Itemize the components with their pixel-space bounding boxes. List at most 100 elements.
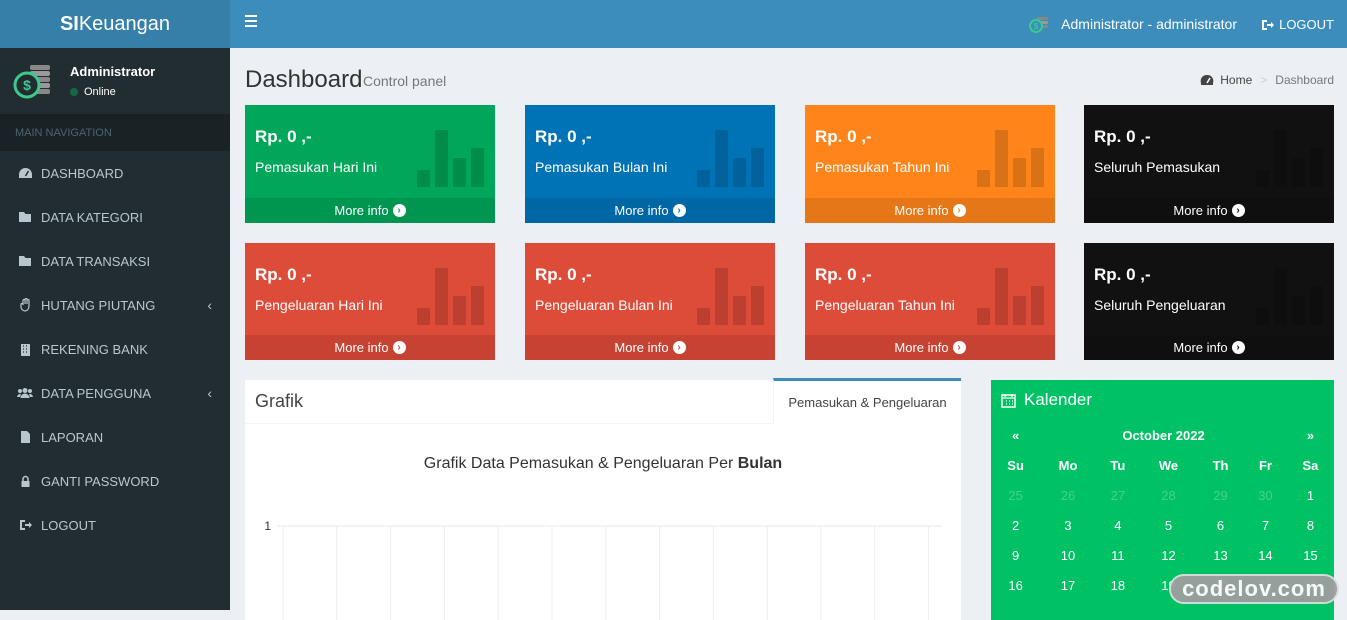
calendar-day[interactable]: 9 [991,540,1040,570]
user-status: Online [70,86,155,98]
app-logo[interactable]: SI Keuangan [0,0,230,48]
breadcrumb: Home > Dashboard [1200,73,1334,87]
calendar-day[interactable]: 2 [991,510,1040,540]
more-info-link[interactable]: More info › [525,198,775,223]
info-box-pengeluaran-hari-ini: Rp. 0 ,- Pengeluaran Hari Ini More info › [245,243,495,360]
info-box-pemasukan-tahun-ini: Rp. 0 ,- Pemasukan Tahun Ini More info › [805,105,1055,223]
info-box-label: Seluruh Pengeluaran [1094,297,1226,313]
file-icon [17,430,33,444]
calendar-icon [1001,393,1016,408]
more-info-link[interactable]: More info › [805,335,1055,360]
calendar-day[interactable]: 29 [1197,480,1244,510]
topbar-user-menu[interactable]: $ Administrator - administrator [1029,15,1237,33]
sidebar-item-label: LAPORAN [41,429,104,445]
sidebar-item-logout[interactable]: LOGOUT [0,503,230,547]
weekday-label: Tu [1110,457,1126,473]
sidebar-item-data-pengguna[interactable]: DATA PENGGUNA ‹ [0,371,230,415]
arrow-circle-right-icon: › [392,204,406,217]
calendar-day[interactable]: 15 [1287,540,1334,570]
more-info-link[interactable]: More info › [245,198,495,223]
info-box-label: Pemasukan Hari Ini [255,159,378,175]
arrow-circle-right-icon: › [672,204,686,217]
sidebar-toggle-icon[interactable] [245,15,257,30]
calendar-day[interactable]: 6 [1197,510,1244,540]
info-box-amount: Rp. 0 ,- [815,265,872,284]
bar-chart-icon [1256,130,1323,187]
calendar-next-button[interactable]: » [1287,420,1334,450]
bar-chart-icon [977,130,1044,187]
chevron-left-icon: ‹ [207,297,212,313]
arrow-circle-right-icon: › [1231,204,1245,217]
calendar-day[interactable]: 26 [1040,480,1096,510]
more-info-label: More info [1173,203,1228,218]
chevron-left-icon: ‹ [207,385,212,401]
more-info-label: More info [894,203,949,218]
calendar-day[interactable]: 14 [1244,540,1287,570]
grafik-panel: Grafik Pemasukan & Pengeluaran Grafik Da… [245,378,961,620]
calendar-day[interactable]: 7 [1244,510,1287,540]
user-panel: $ Administrator Online [0,48,230,114]
sidebar-item-dashboard[interactable]: DASHBOARD [0,151,230,195]
more-info-link[interactable]: More info › [245,335,495,360]
logout-button[interactable]: LOGOUT [1261,17,1334,32]
weekday-label: Fr [1258,457,1272,473]
calendar-day[interactable]: 10 [1040,540,1096,570]
calendar-day[interactable]: 18 [1096,570,1140,600]
sidebar-item-laporan[interactable]: LAPORAN [0,415,230,459]
money-mini-icon: $ [1029,17,1049,33]
bar-chart-icon [977,268,1044,325]
info-box-label: Pengeluaran Bulan Ini [535,297,673,313]
more-info-link[interactable]: More info › [525,335,775,360]
sidebar-item-data-kategori[interactable]: DATA KATEGORI [0,195,230,239]
calendar-day[interactable]: 25 [991,480,1040,510]
brand-rest: Keuangan [78,12,171,35]
sidebar-item-hutang-piutang[interactable]: HUTANG PIUTANG ‹ [0,283,230,327]
more-info-link[interactable]: More info › [805,198,1055,223]
avatar: $ [12,59,57,104]
calendar-day[interactable]: 27 [1096,480,1140,510]
calendar-header: Kalender [991,380,1334,420]
breadcrumb-home[interactable]: Home [1220,73,1252,87]
sidebar-item-label: DATA KATEGORI [41,209,143,225]
calendar-day[interactable]: 11 [1096,540,1140,570]
building-icon [17,342,33,356]
more-info-label: More info [894,340,949,355]
online-dot-icon [70,88,78,96]
sidebar-item-rekening-bank[interactable]: REKENING BANK [0,327,230,371]
tab-pemasukan-pengeluaran[interactable]: Pemasukan & Pengeluaran [773,378,961,424]
arrow-circle-right-icon: › [952,341,966,354]
calendar-day[interactable]: 17 [1040,570,1096,600]
calendar-day[interactable]: 1 [1287,480,1334,510]
calendar-day[interactable]: 4 [1096,510,1140,540]
info-box-amount: Rp. 0 ,- [255,127,312,146]
sidebar-item-data-transaksi[interactable]: DATA TRANSAKSI [0,239,230,283]
calendar-day[interactable]: 28 [1140,480,1197,510]
sidebar-item-ganti-password[interactable]: GANTI PASSWORD [0,459,230,503]
calendar-day[interactable]: 13 [1197,540,1244,570]
info-box-seluruh-pemasukan: Rp. 0 ,- Seluruh Pemasukan More info › [1084,105,1334,223]
arrow-circle-right-icon: › [952,204,966,217]
more-info-link[interactable]: More info › [1084,198,1334,223]
calendar-day[interactable]: 5 [1140,510,1197,540]
logout-label: LOGOUT [1279,17,1334,32]
user-name: Administrator [70,64,156,79]
more-info-label: More info [334,203,389,218]
bar-chart-icon [417,268,484,325]
calendar-day[interactable]: 8 [1287,510,1334,540]
calendar-day[interactable]: 16 [991,570,1040,600]
calendar-day[interactable]: 30 [1244,480,1287,510]
chart-plot-area: 1 [264,519,942,620]
info-box-amount: Rp. 0 ,- [535,265,592,284]
top-navbar: $ Administrator - administrator LOGOUT [230,0,1347,48]
calendar-day[interactable]: 3 [1040,510,1096,540]
calendar-prev-button[interactable]: « [991,420,1040,450]
svg-text:$: $ [1034,22,1039,31]
calendar-day[interactable]: 12 [1140,540,1197,570]
calendar-month[interactable]: October 2022 [1040,420,1287,450]
chart-title: Grafik Data Pemasukan & Pengeluaran Per … [245,455,961,473]
topbar-user-name: Administrator - administrator [1061,16,1237,32]
folder-icon [17,210,33,224]
more-info-link[interactable]: More info › [1084,335,1334,360]
page-title: Dashboard [245,66,363,93]
arrow-circle-right-icon: › [1231,341,1245,354]
